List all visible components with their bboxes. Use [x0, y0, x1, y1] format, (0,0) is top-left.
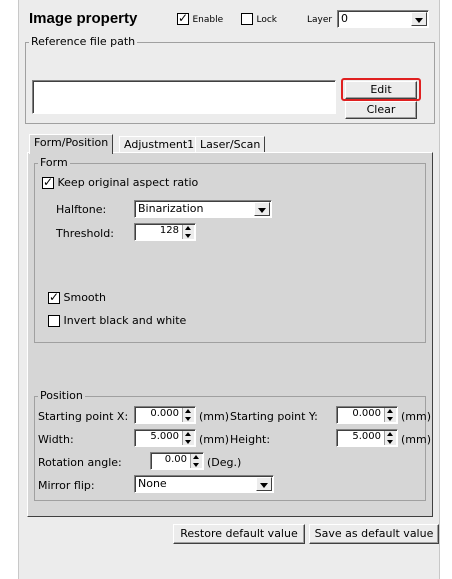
smooth-checkbox[interactable]: Smooth — [48, 290, 106, 304]
rotation-unit: (Deg.) — [207, 456, 242, 469]
height-unit: (mm) — [401, 433, 432, 446]
width-spinner[interactable]: 5.000 — [134, 429, 196, 447]
spinner-arrows-icon[interactable] — [182, 408, 194, 422]
layer-select[interactable]: 0 — [337, 10, 429, 28]
mirror-value: None — [138, 477, 167, 490]
position-group-label: Position — [38, 389, 85, 402]
keep-ratio-label: Keep original aspect ratio — [57, 176, 199, 189]
threshold-label: Threshold: — [56, 227, 114, 240]
smooth-label: Smooth — [63, 291, 106, 304]
mirror-label: Mirror flip: — [38, 479, 95, 492]
rotation-spinner[interactable]: 0.00 — [150, 452, 204, 470]
invert-check-icon — [48, 315, 60, 327]
invert-label: Invert black and white — [63, 314, 187, 327]
lock-label: Lock — [256, 15, 278, 25]
keep-ratio-checkbox[interactable]: Keep original aspect ratio — [42, 175, 199, 189]
reference-group-label: Reference file path — [29, 35, 138, 48]
reference-path-field[interactable] — [32, 80, 336, 114]
enable-check-icon — [177, 11, 189, 25]
spinner-arrows-icon[interactable] — [182, 225, 194, 239]
spinner-arrows-icon[interactable] — [190, 454, 202, 468]
invert-checkbox[interactable]: Invert black and white — [48, 314, 186, 327]
chevron-down-icon — [254, 202, 270, 216]
keep-ratio-check-icon — [42, 175, 54, 189]
image-property-panel: Image property Enable Lock Layer 0 Refer… — [18, 0, 440, 579]
chevron-down-icon — [411, 12, 427, 26]
panel-title: Image property — [29, 10, 138, 27]
smooth-check-icon — [48, 290, 60, 304]
mirror-select[interactable]: None — [134, 475, 274, 493]
tab-content: Form Keep original aspect ratio Halftone… — [27, 152, 433, 517]
spinner-arrows-icon[interactable] — [384, 408, 396, 422]
start-y-unit: (mm) — [401, 410, 432, 423]
start-y-label: Starting point Y: — [230, 410, 318, 423]
halftone-select[interactable]: Binarization — [134, 200, 272, 218]
lock-checkbox[interactable]: Lock — [241, 12, 277, 25]
start-y-spinner[interactable]: 0.000 — [336, 406, 398, 424]
form-group-label: Form — [38, 156, 70, 169]
height-value: 5.000 — [352, 431, 381, 442]
start-x-unit: (mm) — [199, 410, 230, 423]
layer-value: 0 — [341, 12, 348, 25]
tab-form-position[interactable]: Form/Position — [29, 134, 114, 154]
threshold-value: 128 — [159, 225, 179, 236]
rotation-value: 0.00 — [164, 454, 187, 465]
chevron-down-icon — [256, 477, 272, 491]
layer-label: Layer — [307, 15, 333, 25]
start-x-spinner[interactable]: 0.000 — [134, 406, 196, 424]
save-default-button[interactable]: Save as default value — [309, 524, 439, 544]
threshold-spinner[interactable]: 128 — [134, 223, 196, 241]
enable-checkbox[interactable]: Enable — [177, 11, 224, 25]
start-x-label: Starting point X: — [38, 410, 129, 423]
spinner-arrows-icon[interactable] — [182, 431, 194, 445]
restore-default-button[interactable]: Restore default value — [173, 524, 305, 544]
height-spinner[interactable]: 5.000 — [336, 429, 398, 447]
height-label: Height: — [230, 433, 271, 446]
enable-label: Enable — [192, 15, 224, 25]
width-value: 5.000 — [150, 431, 179, 442]
halftone-value: Binarization — [138, 202, 204, 215]
edit-button[interactable]: Edit — [345, 81, 417, 99]
spinner-arrows-icon[interactable] — [384, 431, 396, 445]
width-label: Width: — [38, 433, 74, 446]
start-y-value: 0.000 — [352, 408, 381, 419]
lock-check-icon — [241, 13, 253, 25]
clear-button[interactable]: Clear — [345, 101, 417, 119]
rotation-label: Rotation angle: — [38, 456, 122, 469]
start-x-value: 0.000 — [150, 408, 179, 419]
halftone-label: Halftone: — [56, 203, 107, 216]
width-unit: (mm) — [199, 433, 230, 446]
